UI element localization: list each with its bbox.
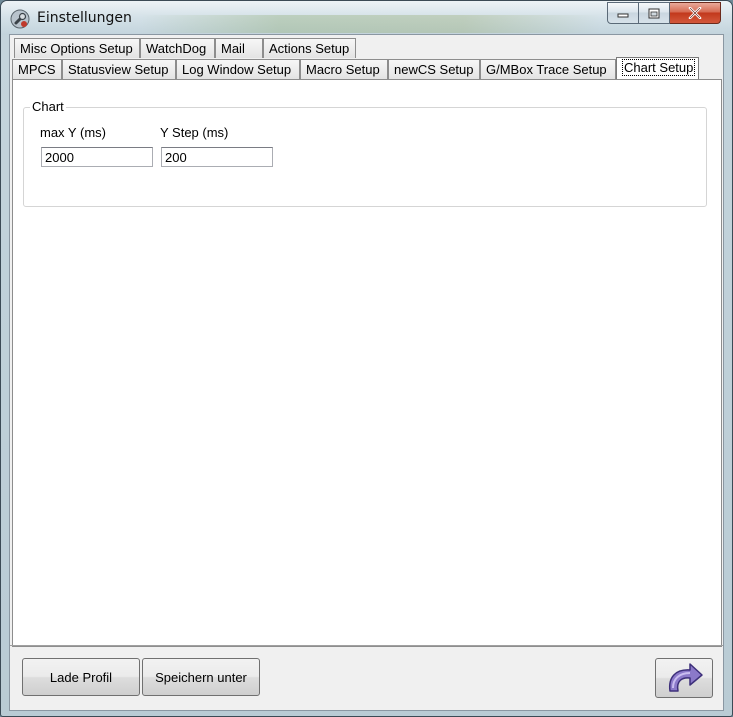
title-bar[interactable]: Einstellungen xyxy=(1,1,732,35)
y-step-label: Y Step (ms) xyxy=(160,125,229,140)
y-step-field[interactable]: 200 xyxy=(161,147,273,167)
tab-newcs-setup[interactable]: newCS Setup xyxy=(388,59,480,79)
tab-chart-setup-label: Chart Setup xyxy=(622,59,696,76)
load-profile-button[interactable]: Lade Profil xyxy=(22,658,140,696)
max-y-field[interactable]: 2000 xyxy=(41,147,153,167)
caption-buttons xyxy=(607,2,721,24)
tab-mpcs[interactable]: MPCS xyxy=(12,59,62,79)
tab-watchdog[interactable]: WatchDog xyxy=(140,38,215,58)
wrench-icon xyxy=(10,9,30,29)
tab-gmbox-trace-setup[interactable]: G/MBox Trace Setup xyxy=(480,59,616,79)
maximize-button[interactable] xyxy=(639,2,670,24)
curved-arrow-icon xyxy=(668,663,703,692)
close-button[interactable] xyxy=(670,2,721,24)
window-title: Einstellungen xyxy=(37,10,132,26)
tab-statusview-setup[interactable]: Statusview Setup xyxy=(62,59,176,79)
tab-macro-setup[interactable]: Macro Setup xyxy=(300,59,388,79)
tab-panel-chart-setup: Chart max Y (ms) Y Step (ms) 2000 200 xyxy=(12,79,722,647)
chart-group-label: Chart xyxy=(30,99,66,114)
minimize-button[interactable] xyxy=(607,2,639,24)
close-icon xyxy=(688,7,702,19)
tab-mail[interactable]: Mail xyxy=(215,38,263,58)
minimize-icon xyxy=(617,13,629,18)
tab-misc-options-setup[interactable]: Misc Options Setup xyxy=(14,38,140,58)
tab-chart-setup[interactable]: Chart Setup xyxy=(616,57,699,79)
apply-button[interactable] xyxy=(655,658,713,698)
max-y-label: max Y (ms) xyxy=(40,125,106,140)
dialog-client: Misc Options Setup WatchDog Mail Actions… xyxy=(9,34,724,711)
settings-window: Einstellungen Misc Options Setup WatchDo… xyxy=(0,0,733,717)
tab-log-window-setup[interactable]: Log Window Setup xyxy=(176,59,300,79)
tab-actions-setup[interactable]: Actions Setup xyxy=(263,38,356,58)
save-as-button[interactable]: Speichern unter xyxy=(142,658,260,696)
footer-separator xyxy=(10,645,723,646)
title-bar-background xyxy=(141,15,601,33)
chart-group: Chart max Y (ms) Y Step (ms) 2000 200 xyxy=(23,99,707,207)
maximize-icon xyxy=(648,8,660,18)
